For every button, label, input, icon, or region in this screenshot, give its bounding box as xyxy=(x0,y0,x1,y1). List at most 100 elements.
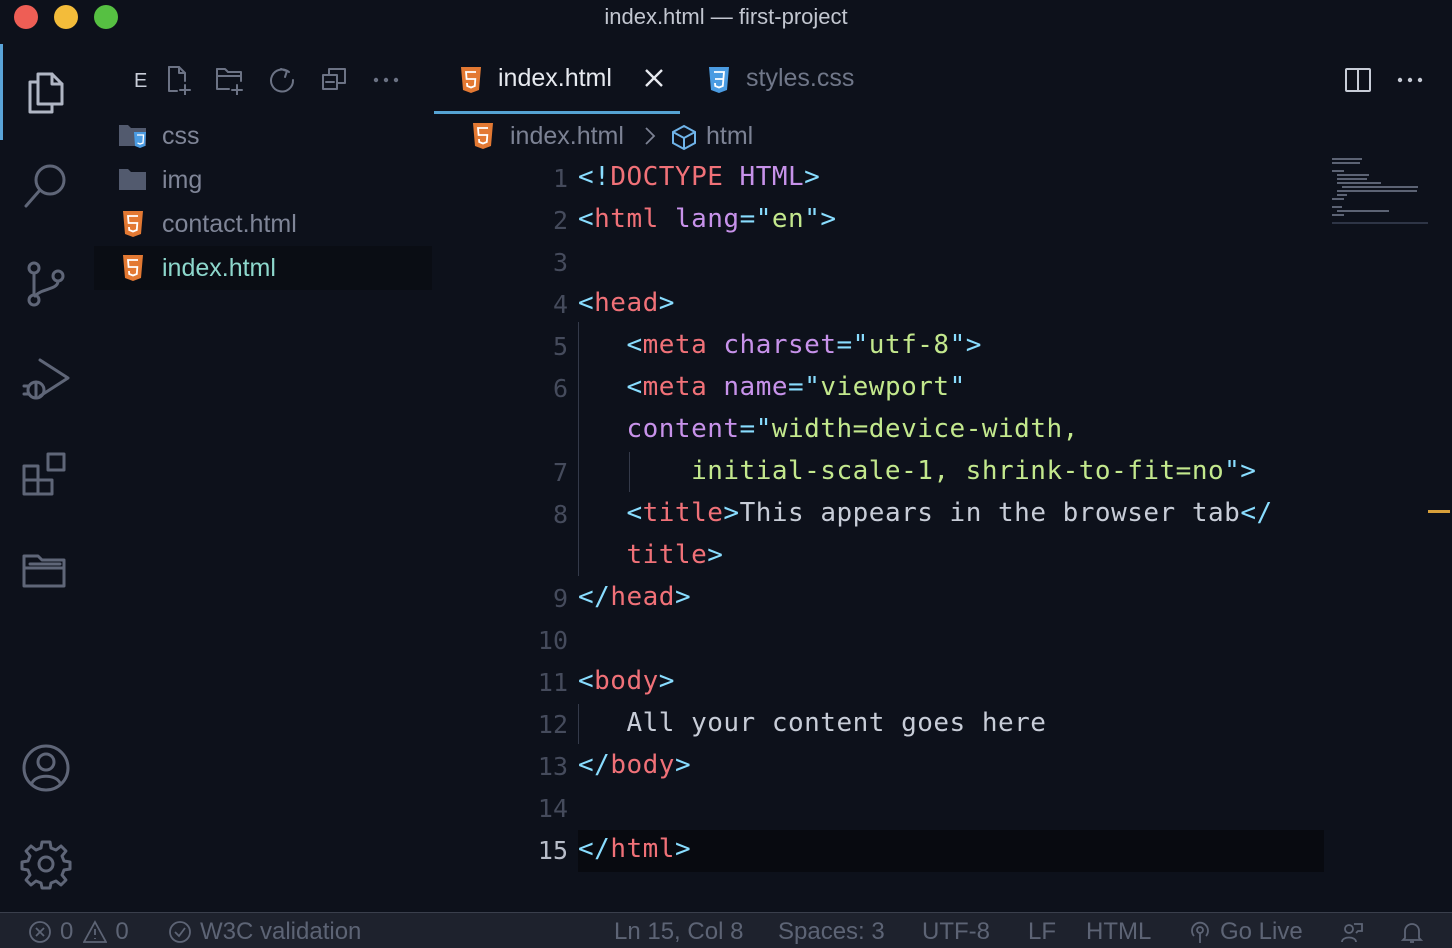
source-control-icon[interactable] xyxy=(18,256,74,312)
refresh-icon[interactable] xyxy=(264,62,300,98)
indentation-setting[interactable]: Spaces: 3 xyxy=(778,918,885,945)
html5-icon xyxy=(123,255,143,281)
line-number: 2 xyxy=(552,206,568,235)
extensions-icon[interactable] xyxy=(18,448,74,504)
minimap-line xyxy=(1332,222,1428,224)
code-line: <html lang="en"> xyxy=(578,204,837,234)
minimap-line xyxy=(1337,194,1347,196)
title-bar: index.html — first-project xyxy=(0,0,1452,34)
new-folder-icon[interactable] xyxy=(212,62,248,98)
account-icon[interactable] xyxy=(18,740,74,796)
code-line: <title>This appears in the browser tab</ xyxy=(626,498,1273,528)
check-circle-icon xyxy=(169,921,191,943)
code-line: content="width=device-width, xyxy=(626,414,1079,444)
minimap-line xyxy=(1337,174,1369,176)
error-icon xyxy=(29,921,51,943)
more-actions-icon[interactable] xyxy=(1392,62,1428,98)
error-count: 0 xyxy=(60,918,74,945)
code-line: <body> xyxy=(578,666,675,696)
line-number: 5 xyxy=(552,332,568,361)
line-number: 12 xyxy=(537,710,568,739)
code-line: </head> xyxy=(578,582,692,612)
editor-tab-bar: index.html styles.css xyxy=(434,34,1452,114)
file-label: img xyxy=(162,166,203,194)
line-number: 13 xyxy=(537,752,568,781)
minimap[interactable] xyxy=(1330,156,1430,228)
minimap-line xyxy=(1332,206,1342,208)
cursor-position[interactable]: Ln 15, Col 8 xyxy=(614,918,743,945)
chevron-right-icon xyxy=(645,127,656,145)
explorer-sidebar: E css img contact.html index.html xyxy=(94,34,434,912)
go-live-label: Go Live xyxy=(1220,918,1303,945)
line-number: 10 xyxy=(537,626,568,655)
language-mode[interactable]: HTML xyxy=(1086,918,1151,945)
minimap-line xyxy=(1337,210,1389,212)
html5-icon xyxy=(473,123,493,149)
line-number: 3 xyxy=(552,248,568,277)
warning-icon xyxy=(83,920,108,943)
explorer-icon[interactable] xyxy=(18,64,74,120)
minimap-line xyxy=(1342,186,1418,188)
code-line: title> xyxy=(626,540,724,570)
file-label: index.html xyxy=(162,254,276,282)
w3c-validation-item[interactable]: W3C validation xyxy=(168,918,362,945)
search-icon[interactable] xyxy=(18,158,74,214)
feedback-icon[interactable] xyxy=(1340,919,1372,945)
file-item-img[interactable]: img xyxy=(94,158,432,202)
eol-setting[interactable]: LF xyxy=(1028,918,1056,945)
code-editor[interactable]: 1 2 3 4 5 6 7 8 9 10 11 12 13 14 15 <!DO… xyxy=(434,158,1452,912)
code-line: initial-scale-1, shrink-to-fit=no"> xyxy=(691,456,1257,486)
line-number: 6 xyxy=(552,374,568,403)
code-line: <!DOCTYPE HTML> xyxy=(578,162,821,192)
file-item-css[interactable]: css xyxy=(94,114,432,158)
folder-icon[interactable] xyxy=(18,542,74,598)
html5-icon xyxy=(461,67,481,93)
settings-gear-icon[interactable] xyxy=(18,836,74,892)
file-label: css xyxy=(162,122,200,150)
w3c-validation-label: W3C validation xyxy=(200,918,362,945)
css3-icon xyxy=(709,67,729,93)
minimap-line xyxy=(1332,162,1360,164)
tab-label: styles.css xyxy=(746,64,855,92)
line-number: 8 xyxy=(552,500,568,529)
minimap-line xyxy=(1337,190,1417,192)
broadcast-icon xyxy=(1191,921,1209,943)
minimap-line xyxy=(1337,182,1381,184)
collapse-all-icon[interactable] xyxy=(316,62,352,98)
file-label: contact.html xyxy=(162,210,297,238)
tab-styles-css[interactable]: styles.css xyxy=(682,54,882,114)
more-actions-icon[interactable] xyxy=(368,62,404,98)
symbol-element-icon xyxy=(672,124,696,151)
line-number: 11 xyxy=(537,668,568,697)
window-title: index.html — first-project xyxy=(604,4,848,29)
line-number: 4 xyxy=(552,290,568,319)
split-editor-icon[interactable] xyxy=(1340,62,1376,98)
folder-icon xyxy=(119,169,146,190)
tab-label: index.html xyxy=(498,64,612,92)
line-number: 9 xyxy=(552,584,568,613)
code-line: All your content goes here xyxy=(626,708,1047,738)
breadcrumb-file[interactable]: index.html xyxy=(510,122,624,151)
tab-index-html[interactable]: index.html xyxy=(434,54,680,114)
explorer-title: E xyxy=(134,70,148,92)
file-item-index-html[interactable]: index.html xyxy=(94,246,432,290)
go-live-button[interactable]: Go Live xyxy=(1188,918,1303,945)
notifications-bell-icon[interactable] xyxy=(1400,919,1432,945)
encoding-setting[interactable]: UTF-8 xyxy=(922,918,990,945)
html5-icon xyxy=(123,211,143,237)
new-file-icon[interactable] xyxy=(160,62,196,98)
run-debug-icon[interactable] xyxy=(18,350,74,406)
active-view-indicator xyxy=(0,44,3,140)
css-folder-icon xyxy=(119,125,146,148)
minimap-line xyxy=(1332,198,1344,200)
breadcrumb-symbol[interactable]: html xyxy=(706,122,753,151)
explorer-header: E xyxy=(94,60,434,104)
minimap-line xyxy=(1337,178,1367,180)
code-line: <head> xyxy=(578,288,675,318)
code-line: </body> xyxy=(578,750,692,780)
file-item-contact-html[interactable]: contact.html xyxy=(94,202,432,246)
problems-indicator[interactable]: 0 0 xyxy=(28,918,129,945)
minimap-line xyxy=(1332,214,1344,216)
line-number: 14 xyxy=(537,794,568,823)
close-tab-icon[interactable] xyxy=(642,66,666,90)
